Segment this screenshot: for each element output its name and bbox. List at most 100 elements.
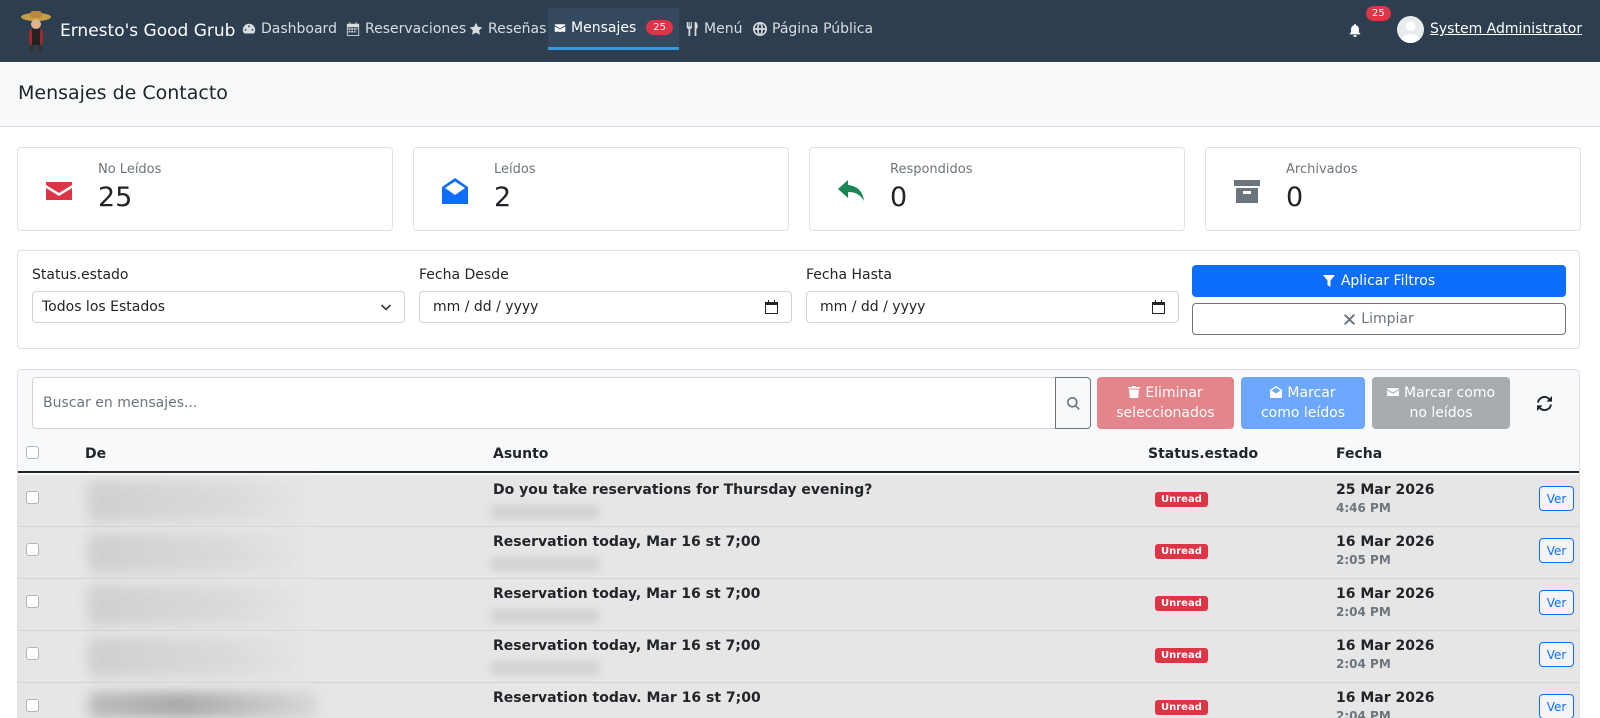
user-menu-link[interactable]: System Administrator [1430,21,1582,37]
reply-icon [836,176,866,206]
utensils-icon [686,22,698,36]
stat-card-unread: No Leídos 25 [17,147,393,231]
mark-read-button[interactable]: Marcar como leídos [1241,377,1365,429]
view-button[interactable]: Ver [1539,486,1574,511]
date-to-input[interactable]: mm / dd / yyyy [806,291,1179,323]
brand-name: Ernesto's Good Grub [60,21,236,41]
row-subject: Reservation today, Mar 16 st 7;00 [493,586,761,602]
star-icon [469,22,483,35]
calendar-icon [346,22,360,36]
column-header-status: Status.estado [1148,446,1259,462]
nav-resenas[interactable]: Reseñas [463,8,552,50]
status-badge: Unread [1155,596,1208,611]
mark-unread-button[interactable]: Marcar como no leídos [1372,377,1510,429]
status-badge: Unread [1155,492,1208,507]
clear-filters-button[interactable]: Limpiar [1192,303,1566,335]
envelope-open-icon [1270,386,1283,398]
nav-reservaciones-label: Reservaciones [365,21,467,37]
view-button[interactable]: Ver [1539,642,1574,667]
nav-resenas-label: Reseñas [488,21,547,37]
row-checkbox[interactable] [26,647,39,660]
archive-icon [1232,176,1262,206]
calendar-icon[interactable] [1152,300,1165,314]
mark-unread-label-2: no leídos [1409,405,1473,421]
sender-redacted [88,637,318,677]
stat-label: No Leídos [98,162,162,177]
dashboard-icon [242,23,256,34]
page-header: Mensajes de Contacto [0,62,1600,127]
search-placeholder: Buscar en mensajes... [43,395,198,411]
row-date: 16 Mar 2026 [1336,690,1435,706]
date-from-input[interactable]: mm / dd / yyyy [419,291,792,323]
date-from-label: Fecha Desde [419,267,509,283]
status-select-value: Todos los Estados [42,299,166,315]
preview-redacted [490,557,600,571]
refresh-button[interactable] [1533,392,1555,414]
filter-icon [1322,275,1335,287]
page-title: Mensajes de Contacto [18,82,228,104]
apply-filters-button[interactable]: Aplicar Filtros [1192,265,1566,297]
date-to-placeholder: mm / dd / yyyy [820,299,926,315]
delete-selected-button[interactable]: Eliminar seleccionados [1097,377,1234,429]
envelope-open-icon [440,176,470,206]
sender-redacted [88,481,318,521]
stat-label: Archivados [1286,162,1358,177]
bell-icon [1349,23,1361,37]
messages-count-badge: 25 [646,20,673,35]
preview-redacted [490,609,600,623]
sender-redacted [88,692,318,718]
status-select[interactable]: Todos los Estados [32,291,405,323]
mark-read-label-2: como leídos [1260,405,1346,421]
row-subject: Reservation today, Mar 16 st 7;00 [493,534,761,550]
sender-redacted [88,533,318,573]
status-filter-label: Status.estado [32,267,129,283]
nav-menu[interactable]: Menú [679,8,748,50]
stat-value: 2 [494,182,512,213]
clear-filters-label: Limpiar [1361,311,1414,327]
stat-card-replied: Respondidos 0 [809,147,1185,231]
user-silhouette-icon [1400,21,1421,43]
row-subject: Reservation todav. Mar 16 st 7;00 [493,690,761,706]
date-from-placeholder: mm / dd / yyyy [433,299,539,315]
nav-reservaciones[interactable]: Reservaciones [340,8,472,50]
nav-pagina-publica[interactable]: Página Pública [747,8,879,50]
date-to-label: Fecha Hasta [806,267,892,283]
nav-mensajes[interactable]: Mensajes 25 [548,8,679,50]
top-navbar: Ernesto's Good Grub Dashboard Reservacio… [0,0,1600,62]
envelope-icon [1386,388,1399,396]
row-checkbox[interactable] [26,491,39,504]
preview-redacted [490,505,600,519]
search-input[interactable]: Buscar en mensajes... [32,377,1056,429]
view-button[interactable]: Ver [1539,538,1574,563]
nav-pagina-publica-label: Página Pública [772,21,874,37]
globe-icon [753,22,767,36]
stat-label: Leídos [494,162,536,177]
stat-card-archived: Archivados 0 [1205,147,1581,231]
apply-filters-label: Aplicar Filtros [1340,273,1436,289]
calendar-icon[interactable] [765,300,778,314]
nav-dashboard-label: Dashboard [261,21,337,37]
user-avatar[interactable] [1397,16,1424,43]
row-checkbox[interactable] [26,595,39,608]
row-checkbox[interactable] [26,699,39,712]
brand-link[interactable]: Ernesto's Good Grub [20,6,235,56]
status-badge: Unread [1155,700,1208,715]
select-all-checkbox[interactable] [26,446,39,459]
row-checkbox[interactable] [26,543,39,556]
search-button[interactable] [1055,377,1091,429]
row-time: 2:04 PM [1336,657,1391,671]
close-icon [1344,313,1356,325]
stat-card-read: Leídos 2 [413,147,789,231]
preview-redacted [490,661,600,675]
notifications-button[interactable] [1348,22,1364,38]
stat-value: 0 [1286,182,1304,213]
sender-redacted [88,585,318,625]
row-time: 4:46 PM [1336,501,1391,515]
row-date: 16 Mar 2026 [1336,534,1435,550]
envelope-icon [44,176,74,206]
row-date: 16 Mar 2026 [1336,638,1435,654]
view-button[interactable]: Ver [1539,590,1574,615]
column-header-date: Fecha [1336,446,1383,462]
nav-dashboard[interactable]: Dashboard [236,8,343,50]
view-button[interactable]: Ver [1539,694,1574,718]
